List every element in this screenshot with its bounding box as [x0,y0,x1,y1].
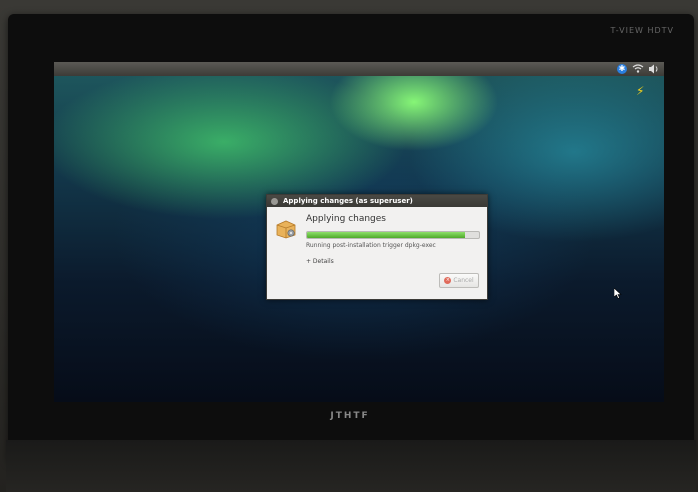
mouse-cursor-icon [614,288,622,299]
details-expander[interactable]: + Details [306,258,334,265]
tv-logo: JTHTF [330,411,370,421]
volume-icon[interactable] [648,63,660,75]
status-text: Running post-installation trigger dpkg-e… [306,242,436,249]
dialog-title: Applying changes (as superuser) [283,197,413,205]
progress-bar [306,231,480,239]
system-tray: ✱ [616,62,660,76]
dialog-body: Applying changes Running post-installati… [267,207,487,299]
bluetooth-glyph: ✱ [617,64,627,74]
cancel-icon: × [444,277,452,284]
bluetooth-icon[interactable]: ✱ [616,63,628,75]
tv-brand-label: T-VIEW HDTV [610,26,674,35]
cancel-button[interactable]: × Cancel [439,273,479,288]
power-icon[interactable]: ⚡ [636,84,644,98]
window-close-icon[interactable] [271,197,278,205]
dialog-titlebar: Applying changes (as superuser) [267,195,487,207]
package-box-icon [276,220,296,239]
cancel-label: Cancel [453,277,474,284]
applying-changes-dialog: Applying changes (as superuser) Applying… [266,194,488,300]
progress-fill [307,232,466,238]
tv-screen: ✱ ⚡ Applying changes (as superuser) Appl… [54,62,664,402]
tv-stand-surface [6,440,696,492]
dialog-heading: Applying changes [306,214,386,224]
top-panel: ✱ [54,62,664,76]
wifi-icon[interactable] [632,63,644,75]
